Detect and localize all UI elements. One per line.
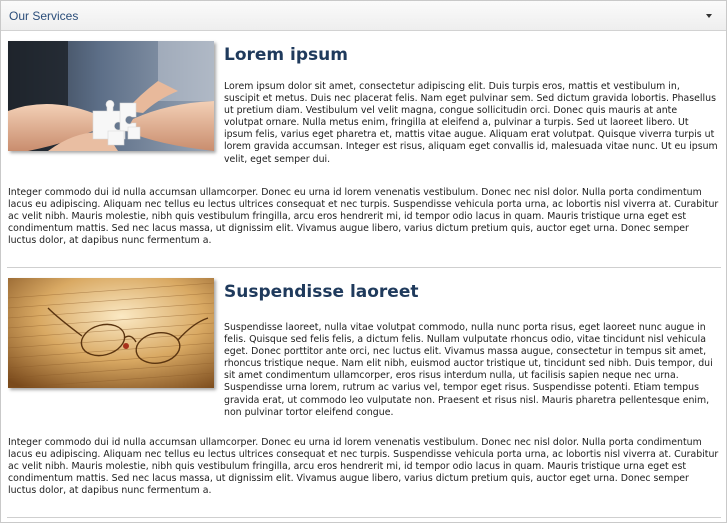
panel-title: Our Services	[9, 8, 79, 23]
article-intro-text: Suspendisse laoreet, nulla vitae volutpa…	[224, 322, 713, 418]
glasses-on-newspaper-photo-icon	[8, 278, 214, 388]
article-divider	[7, 517, 721, 518]
service-article: Lorem ipsum Lorem ipsum dolor sit amet, …	[1, 31, 726, 267]
services-panel: Our Services Lorem ipsum Lorem ipsum dol…	[0, 0, 727, 523]
panel-header[interactable]: Our Services	[1, 1, 726, 31]
service-article: Suspendisse laoreet Suspendisse laoreet,…	[1, 269, 726, 519]
article-intro-text: Lorem ipsum dolor sit amet, consectetur …	[224, 81, 718, 165]
article-body-text: Integer commodo dui id nulla accumsan ul…	[8, 437, 719, 497]
article-heading: Suspendisse laoreet	[224, 282, 419, 302]
article-heading: Lorem ipsum	[224, 45, 348, 65]
article-body-text: Integer commodo dui id nulla accumsan ul…	[8, 187, 719, 247]
puzzle-hands-photo-icon	[8, 41, 214, 151]
chevron-down-icon[interactable]	[706, 13, 712, 18]
article-divider	[7, 267, 721, 268]
